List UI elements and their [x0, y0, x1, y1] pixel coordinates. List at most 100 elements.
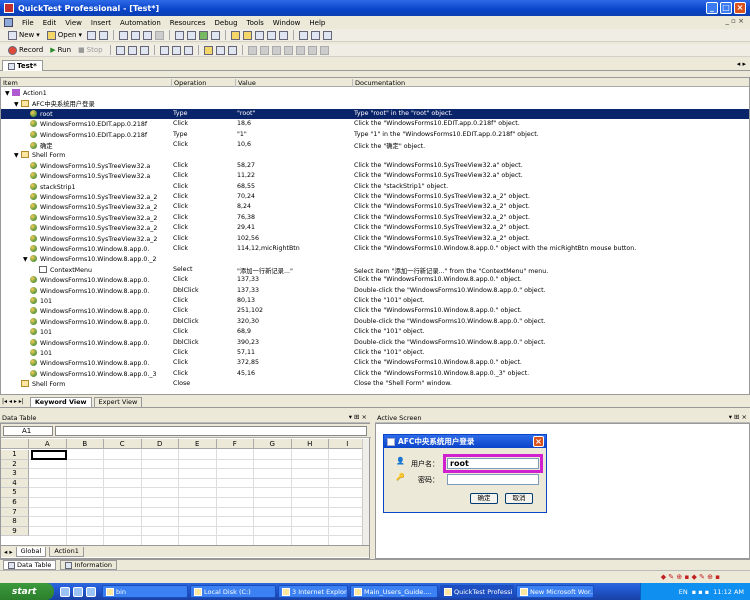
row-header[interactable]: 5 — [1, 488, 29, 498]
table-row[interactable]: WindowsForms10.Window.8.app.0. Click 251,1… — [1, 306, 749, 316]
table-row[interactable]: Shell Form Close Close the "Shell Form" wi… — [1, 379, 749, 389]
mdi-controls[interactable]: _ ▫ × — [725, 17, 744, 25]
row-header[interactable]: 9 — [1, 526, 29, 537]
table-row[interactable]: WindowsForms10.Window.8.app.0. Click 114,1… — [1, 244, 749, 254]
column-header-operation[interactable]: Operation — [171, 79, 234, 87]
expand-toggle-icon[interactable]: ▼ — [5, 90, 11, 97]
ie-icon[interactable] — [60, 586, 70, 597]
ok-button[interactable]: 确定 — [470, 493, 498, 504]
table-row[interactable]: WindowsForms10.SysTreeView32.a_2 Click 102… — [1, 234, 749, 244]
table-row[interactable]: WindowsForms10.EDIT.app.0.218f Click 18,6 C… — [1, 119, 749, 129]
column-header[interactable]: C — [104, 439, 142, 449]
task-users-guide[interactable]: Main_Users_Guide.... — [350, 585, 438, 598]
disabled-tool-icon[interactable] — [319, 45, 329, 55]
row-header[interactable]: 7 — [1, 507, 29, 518]
password-field[interactable] — [447, 474, 539, 485]
window-titlebar[interactable]: QuickTest Professional - [Test*] _ □ × — [0, 0, 750, 16]
table-row[interactable]: WindowsForms10.SysTreeView32.a_2 Click 76,… — [1, 213, 749, 223]
menu-view[interactable]: View — [65, 19, 82, 27]
resources-icon[interactable] — [243, 30, 253, 40]
sheet-nav-arrows[interactable]: ◂ ▸ — [4, 548, 13, 556]
disabled-tool-icon[interactable] — [283, 45, 293, 55]
insert-step-icon[interactable] — [203, 45, 213, 55]
row-header[interactable]: 1 — [1, 450, 29, 460]
menu-automation[interactable]: Automation — [120, 19, 161, 27]
copy-icon[interactable] — [131, 30, 141, 40]
formula-input[interactable] — [55, 426, 367, 436]
row-header[interactable]: 4 — [1, 478, 29, 489]
comment-icon[interactable] — [215, 45, 225, 55]
table-row[interactable]: WindowsForms10.Window.8.app.0._3 Click 45,… — [1, 369, 749, 379]
column-header[interactable]: G — [254, 439, 292, 449]
task-internet-explorer[interactable]: 3 Internet Explorer — [278, 585, 348, 598]
menu-tools[interactable]: Tools — [247, 19, 264, 27]
close-button[interactable]: × — [734, 2, 746, 14]
task-bin[interactable]: bin — [102, 585, 188, 598]
column-header[interactable]: I — [329, 439, 367, 449]
sheet-tab-global[interactable]: Global — [15, 546, 47, 557]
table-row[interactable]: WindowsForms10.Window.8.app.0. DblClick 39… — [1, 338, 749, 348]
pane-controls[interactable]: ▾ ⊞ × — [729, 413, 747, 421]
table-row[interactable]: ▼ AFC中央系统用户登录 — [1, 98, 749, 108]
expand-toggle-icon[interactable]: ▼ — [23, 256, 29, 263]
debug-viewer-icon[interactable] — [279, 30, 289, 40]
table-row[interactable]: ▼ Shell Form — [1, 150, 749, 160]
table-row[interactable]: WindowsForms10.SysTreeView32.a_2 Click 70,… — [1, 192, 749, 202]
insert-checkpoint-icon[interactable] — [159, 45, 169, 55]
row-header[interactable]: 6 — [1, 498, 29, 508]
active-screen-icon[interactable] — [267, 30, 277, 40]
table-row[interactable]: 确定 Click 10,6 Click the "确定" object. — [1, 140, 749, 150]
breakpoint-icon[interactable] — [227, 45, 237, 55]
menu-insert[interactable]: Insert — [91, 19, 111, 27]
cell-reference[interactable]: A1 — [3, 426, 53, 436]
step-into-icon[interactable] — [115, 45, 125, 55]
table-row[interactable]: WindowsForms10.SysTreeView32.a Click 11,22… — [1, 171, 749, 181]
action-icon[interactable] — [183, 45, 193, 55]
task-quicktest[interactable]: QuickTest Professi... — [440, 585, 514, 598]
column-header[interactable]: E — [179, 439, 217, 449]
vertical-scrollbar[interactable] — [362, 439, 369, 554]
record-button[interactable]: Record — [6, 45, 45, 56]
row-header[interactable]: 2 — [1, 459, 29, 470]
table-row[interactable]: 101 Click 57,11 Click the "101" object. — [1, 348, 749, 358]
start-button[interactable]: start — [0, 583, 54, 600]
table-row[interactable]: 101 Click 80,13 Click the "101" object. — [1, 296, 749, 306]
cut-icon[interactable] — [119, 30, 129, 40]
expand-toggle-icon[interactable]: ▼ — [14, 101, 20, 108]
table-row[interactable]: WindowsForms10.Window.8.app.0. Click 137,3… — [1, 275, 749, 285]
object-repository-icon[interactable] — [199, 30, 209, 40]
tab-information[interactable]: Information — [60, 560, 118, 570]
table-row[interactable]: WindowsForms10.Window.8.app.0. Click 372,8… — [1, 358, 749, 368]
pane-controls[interactable]: ▾ ⊞ × — [349, 413, 367, 421]
step-generator-icon[interactable] — [211, 30, 221, 40]
menu-edit[interactable]: Edit — [43, 19, 57, 27]
explorer-icon[interactable] — [86, 586, 96, 597]
table-row[interactable]: WindowsForms10.SysTreeView32.a_2 Click 29,… — [1, 223, 749, 233]
row-header[interactable]: 8 — [1, 517, 29, 527]
maximize-button[interactable]: □ — [720, 2, 732, 14]
table-row[interactable]: ▼ WindowsForms10.Window.8.app.0._2 — [1, 254, 749, 264]
column-header[interactable]: H — [291, 439, 329, 449]
undo-icon[interactable] — [175, 30, 185, 40]
missing-resources-icon[interactable] — [311, 30, 321, 40]
disabled-tool-icon[interactable] — [259, 45, 269, 55]
to-do-icon[interactable] — [323, 30, 333, 40]
tab-scroll-controls[interactable]: ◂ ▸ — [737, 60, 746, 68]
column-header[interactable]: A — [29, 439, 67, 449]
open-button[interactable]: Open ▾ — [45, 30, 84, 41]
insert-output-icon[interactable] — [171, 45, 181, 55]
task-word-document[interactable]: New Microsoft Wor... — [516, 585, 594, 598]
expand-toggle-icon[interactable]: ▼ — [14, 152, 20, 159]
menu-resources[interactable]: Resources — [170, 19, 206, 27]
tab-nav-arrows[interactable]: |◂ ◂ ▸ ▸| — [2, 398, 24, 405]
tray-icons[interactable]: ▪ ▪ ▪ — [692, 588, 709, 596]
keyword-view-grid[interactable]: Item Operation Value Documentation ▼ Acti… — [0, 77, 750, 395]
table-row[interactable]: 101 Click 68,9 Click the "101" object. — [1, 327, 749, 337]
tab-expert-view[interactable]: Expert View — [93, 397, 143, 407]
step-out-icon[interactable] — [139, 45, 149, 55]
active-cell[interactable] — [31, 450, 67, 460]
data-table-icon[interactable] — [255, 30, 265, 40]
stop-button[interactable]: ■ Stop — [76, 45, 105, 56]
step-over-icon[interactable] — [127, 45, 137, 55]
table-row[interactable]: WindowsForms10.SysTreeView32.a_2 Click 8,2… — [1, 202, 749, 212]
